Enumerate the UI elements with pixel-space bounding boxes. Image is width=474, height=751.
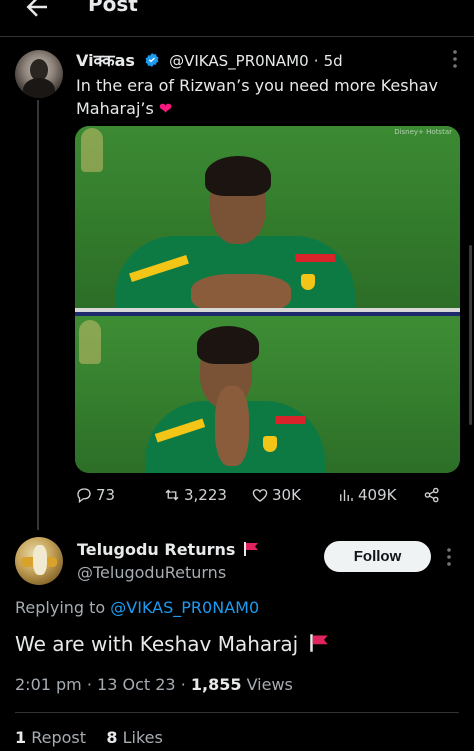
scrollbar[interactable] [469, 245, 472, 425]
media-frame-bottom [75, 316, 460, 473]
share-icon [424, 487, 439, 503]
follow-button[interactable]: Follow [324, 541, 431, 572]
likes-stat[interactable]: 8 Likes [106, 728, 162, 747]
tweet-body: In the era of Rizwan’s you need more Kes… [76, 76, 438, 118]
views-count: 1,855 [190, 675, 242, 694]
tweet-header: Viक्कas @VIKAS_PR0NAM0 · 5d [76, 49, 343, 71]
tweet-age[interactable]: 5d [324, 52, 343, 70]
like-count: 30K [272, 486, 301, 504]
reply-icon [77, 488, 91, 504]
replying-to: Replying to @VIKAS_PR0NAM0 [15, 598, 259, 617]
author-handle[interactable]: @VIKAS_PR0NAM0 [169, 52, 309, 70]
avatar[interactable] [15, 50, 63, 98]
share-action[interactable] [423, 486, 441, 504]
post-metadata: 2:01 pm · 13 Oct 23 · 1,855 Views [15, 675, 293, 694]
red-flag-icon [309, 634, 328, 652]
like-action[interactable]: 30K [251, 486, 301, 504]
red-flag-icon [243, 542, 258, 556]
repost-stat[interactable]: 1 Repost [15, 728, 86, 747]
repost-count: 3,223 [184, 486, 227, 504]
views-action[interactable]: 409K [337, 486, 396, 504]
reply-author[interactable]: Telugodu Returns [77, 540, 259, 559]
more-options-icon[interactable] [446, 546, 452, 568]
heart-outline-icon [252, 489, 268, 502]
page-title: Post [88, 0, 138, 16]
views-count: 409K [358, 486, 397, 504]
tweet-actions: 73 3,223 30K 409K [75, 486, 455, 510]
post-time[interactable]: 2:01 pm [15, 675, 82, 694]
meta-separator: · [313, 52, 319, 70]
header-divider [0, 36, 474, 37]
more-options-icon[interactable] [452, 48, 458, 70]
replying-to-link[interactable]: @VIKAS_PR0NAM0 [110, 598, 259, 617]
reply-author-handle[interactable]: @TelugoduReturns [77, 563, 226, 582]
avatar[interactable] [15, 537, 63, 585]
top-bar: Post [0, 0, 474, 34]
media-frame-top: Disney+ Hotstar [75, 126, 460, 314]
reply-author-name: Telugodu Returns [77, 540, 236, 559]
tweet-media-image[interactable]: Disney+ Hotstar [75, 126, 460, 473]
verified-badge-icon [145, 53, 159, 67]
repost-icon [165, 489, 179, 501]
reply-action[interactable]: 73 [75, 486, 115, 504]
tweet-text: In the era of Rizwan’s you need more Kes… [76, 74, 456, 120]
broadcaster-watermark: Disney+ Hotstar [394, 128, 452, 136]
divider [15, 712, 459, 713]
arrow-left-icon[interactable] [22, 0, 52, 22]
reply-text: We are with Keshav Maharaj [15, 632, 329, 656]
post-date[interactable]: 13 Oct 23 [97, 675, 176, 694]
replying-to-label: Replying to [15, 598, 111, 617]
views-chart-icon [340, 489, 353, 501]
repost-action[interactable]: 3,223 [163, 486, 227, 504]
thread-connector [37, 100, 39, 530]
views-label: Views [246, 675, 293, 694]
heart-emoji: ❤ [158, 99, 173, 118]
reply-body: We are with Keshav Maharaj [15, 632, 299, 656]
author-name[interactable]: Viक्कas [76, 51, 135, 70]
engagement-stats: 1 Repost 8 Likes [15, 728, 163, 747]
reply-count: 73 [96, 486, 116, 504]
